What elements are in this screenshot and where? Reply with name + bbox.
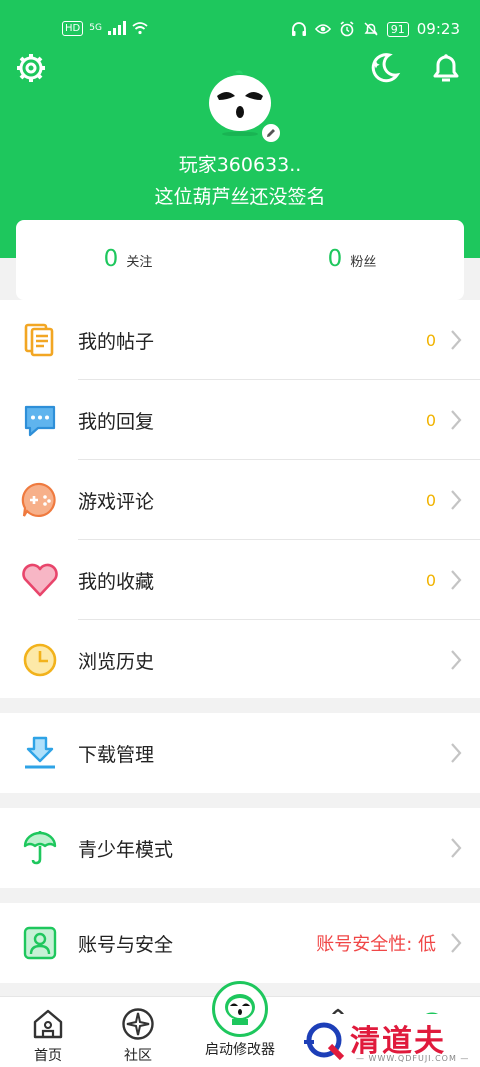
menu-count: 0	[425, 570, 436, 590]
posts-icon	[20, 320, 60, 360]
home-icon	[31, 1007, 65, 1041]
tab-label: 首页	[34, 1048, 62, 1064]
umbrella-icon	[20, 828, 60, 868]
watermark-q-icon	[304, 1022, 345, 1061]
chevron-right-icon	[451, 838, 462, 858]
menu-item-favorites[interactable]: 我的收藏 0	[0, 540, 480, 620]
signal-icon	[107, 21, 128, 35]
watermark-url: — WWW.QDFUJI.COM —	[356, 1054, 470, 1063]
follow-stat[interactable]: 0 关注	[16, 220, 240, 300]
reply-icon	[20, 400, 60, 440]
hd-badge: HD	[62, 20, 84, 36]
fans-label: 粉丝	[350, 255, 377, 270]
chevron-right-icon	[451, 743, 462, 763]
menu-group-account: 账号与安全 账号安全性: 低	[0, 903, 480, 983]
follow-count: 0	[103, 246, 119, 272]
watermark-logo: 清道夫 — WWW.QDFUJI.COM —	[284, 1014, 480, 1067]
menu-item-game-comments[interactable]: 游戏评论 0	[0, 460, 480, 540]
chevron-right-icon	[451, 570, 462, 590]
menu-item-my-replies[interactable]: 我的回复 0	[0, 380, 480, 460]
chevron-right-icon	[451, 410, 462, 430]
follow-label: 关注	[126, 255, 153, 270]
username[interactable]: 玩家360633..	[0, 150, 480, 177]
signature-text[interactable]: 这位葫芦丝还没签名	[0, 182, 480, 209]
menu-label: 我的回复	[78, 410, 155, 433]
menu-item-youth-mode[interactable]: 青少年模式	[0, 808, 480, 888]
chevron-right-icon	[451, 490, 462, 510]
menu-label: 我的帖子	[78, 330, 155, 353]
menu-item-account-security[interactable]: 账号与安全 账号安全性: 低	[0, 903, 480, 983]
notification-bell-icon[interactable]	[428, 50, 464, 86]
follow-stats-card: 0 关注 0 粉丝	[16, 220, 464, 300]
alarm-icon	[339, 21, 355, 37]
chevron-right-icon	[451, 330, 462, 350]
eye-icon	[314, 21, 331, 37]
menu-count: 0	[425, 410, 436, 430]
menu-label: 下载管理	[78, 743, 155, 766]
tab-community[interactable]: 社区	[90, 997, 186, 1067]
menu-label: 青少年模式	[78, 838, 174, 861]
heart-icon	[20, 560, 60, 600]
menu-item-my-posts[interactable]: 我的帖子 0	[0, 300, 480, 380]
fans-stat[interactable]: 0 粉丝	[240, 220, 464, 300]
chevron-right-icon	[451, 650, 462, 670]
mute-bell-icon	[363, 21, 379, 37]
clock-time: 09:23	[416, 20, 460, 38]
menu-item-download-manager[interactable]: 下载管理	[0, 713, 480, 793]
tab-launch-modifier[interactable]: 启动修改器	[196, 981, 284, 1067]
status-bar: HD 5G 91 09:23	[0, 0, 480, 54]
game-comment-icon	[20, 480, 60, 520]
compass-icon	[121, 1007, 155, 1041]
tab-home[interactable]: 首页	[0, 997, 96, 1067]
settings-gear-icon[interactable]	[13, 50, 49, 86]
menu-item-history[interactable]: 浏览历史	[0, 620, 480, 700]
clock-icon	[20, 640, 60, 680]
account-icon	[20, 923, 60, 963]
network-type: 5G	[89, 22, 102, 33]
chevron-right-icon	[451, 933, 462, 953]
menu-label: 我的收藏	[78, 570, 155, 593]
menu-group-youth: 青少年模式	[0, 808, 480, 888]
night-mode-moon-icon[interactable]	[366, 50, 402, 86]
wifi-icon	[132, 20, 148, 36]
battery-indicator: 91	[386, 21, 409, 37]
launcher-mascot-icon	[212, 981, 268, 1037]
menu-group-content: 我的帖子 0 我的回复 0 游戏评论 0 我的收藏 0 浏览历史	[0, 300, 480, 698]
menu-label: 游戏评论	[78, 490, 155, 513]
fans-count: 0	[327, 246, 343, 272]
edit-profile-pencil-icon[interactable]	[260, 122, 282, 144]
menu-label: 浏览历史	[78, 650, 155, 673]
account-security-status: 账号安全性: 低	[316, 934, 436, 955]
menu-group-download: 下载管理	[0, 713, 480, 793]
tab-label: 社区	[124, 1048, 152, 1064]
menu-count: 0	[425, 490, 436, 510]
menu-count: 0	[425, 330, 436, 350]
download-icon	[20, 733, 60, 773]
tab-label: 启动修改器	[205, 1042, 275, 1058]
headphones-icon	[291, 21, 307, 37]
menu-label: 账号与安全	[78, 933, 174, 956]
